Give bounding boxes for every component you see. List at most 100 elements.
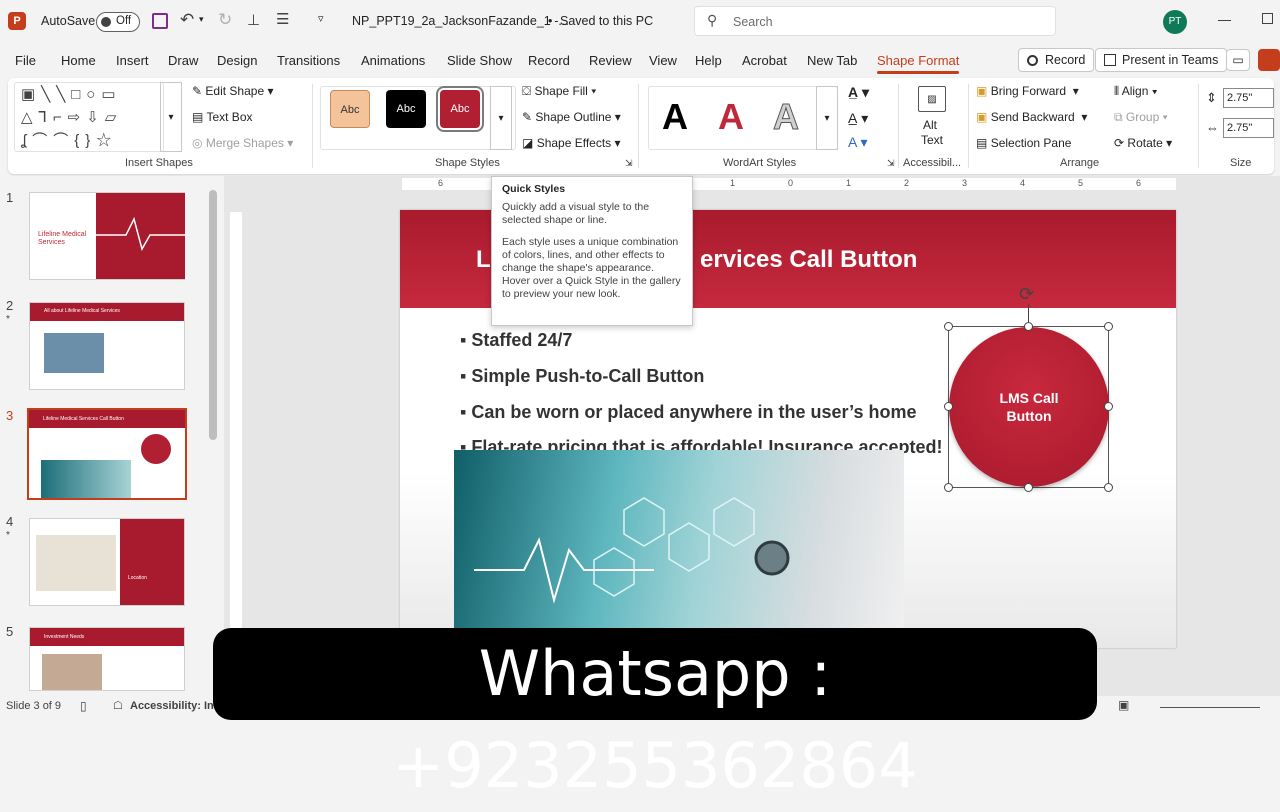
medical-image[interactable]	[454, 450, 904, 628]
text-box-label: Text Box	[206, 110, 253, 124]
shape-fill-button[interactable]: ⛋ Shape Fill ▾	[522, 84, 596, 99]
resize-handle[interactable]	[1104, 322, 1113, 331]
share-button[interactable]	[1258, 49, 1280, 71]
tab-insert[interactable]: Insert	[116, 53, 149, 68]
quick-style-1[interactable]: Abc	[330, 90, 370, 128]
present-label: Present in Teams	[1122, 53, 1219, 67]
slide-thumbnail-5[interactable]: Investment Needs	[29, 627, 185, 691]
ruler-tick: 4	[1020, 178, 1026, 188]
shapes-more-icon[interactable]: ▾	[160, 82, 182, 152]
bullet-item[interactable]: ▪ Staffed 24/7	[460, 330, 572, 351]
undo-icon[interactable]: ↶	[180, 10, 194, 30]
bring-forward-button[interactable]: ▣ Bring Forward ▾	[976, 84, 1079, 98]
send-backward-button[interactable]: ▣ Send Backward ▾	[976, 110, 1087, 124]
slide-thumbnail-4[interactable]: Location	[29, 518, 185, 606]
tab-acrobat[interactable]: Acrobat	[742, 53, 787, 68]
effects-icon: ◪	[522, 136, 534, 150]
shape-width-input[interactable]: 2.75"	[1223, 118, 1274, 138]
bullets-icon[interactable]: ☰	[276, 10, 289, 28]
slide-sorter-icon[interactable]: ▣	[1118, 698, 1129, 712]
merge-shapes-button[interactable]: ◎ Merge Shapes ▾	[192, 136, 293, 150]
text-effects-icon[interactable]: A ▾	[848, 134, 867, 151]
ribbon: ▣╲╲□○▭ △⅂⌐⇨⇩▱ ʆ⌒⌒{}☆ ▾ ✎ Edit Shape ▾ ▤ Te…	[8, 78, 1274, 174]
wordart-style-2[interactable]: A	[718, 96, 744, 138]
bullet-text: Can be worn or placed anywhere in the us…	[471, 402, 917, 422]
present-in-teams-button[interactable]: Present in Teams	[1095, 48, 1228, 72]
slide-thumbnail-3[interactable]: Lifeline Medical Services Call Button	[27, 408, 187, 500]
title-bar: P AutoSave Off ↶ ▾ ↻ ⊥ ☰ ▿ NP_PPT19_2a_J…	[0, 0, 1280, 44]
quick-styles-more-icon[interactable]: ▾	[490, 86, 512, 150]
resize-handle[interactable]	[1104, 483, 1113, 492]
shape-height-input[interactable]: 2.75"	[1223, 88, 1274, 108]
shape-styles-group-label: Shape Styles	[435, 157, 500, 169]
tab-animations[interactable]: Animations	[361, 53, 425, 68]
tab-record[interactable]: Record	[528, 53, 570, 68]
presentation-icon[interactable]: ⊥	[247, 11, 260, 29]
tab-design[interactable]: Design	[217, 53, 257, 68]
resize-handle[interactable]	[1104, 402, 1113, 411]
maximize-icon[interactable]	[1262, 13, 1273, 24]
tab-home[interactable]: Home	[61, 53, 96, 68]
minimize-icon[interactable]: —	[1218, 12, 1231, 27]
tab-slide-show[interactable]: Slide Show	[447, 53, 512, 68]
notes-icon[interactable]: ▯	[80, 699, 87, 713]
tab-file[interactable]: File	[15, 53, 36, 68]
dialog-launcher-icon[interactable]: ⇲	[887, 158, 895, 169]
record-button[interactable]: Record	[1018, 48, 1095, 72]
slide-number: 4	[6, 514, 14, 529]
tab-review[interactable]: Review	[589, 53, 632, 68]
alt-text-label-1[interactable]: Alt	[923, 118, 937, 132]
resize-handle[interactable]	[1024, 483, 1033, 492]
search-box[interactable]: ⚲ Search	[694, 6, 1056, 36]
slide-title-right[interactable]: ervices Call Button	[700, 246, 917, 274]
tab-new-tab[interactable]: New Tab	[807, 53, 857, 68]
tab-draw[interactable]: Draw	[168, 53, 198, 68]
resize-handle[interactable]	[944, 322, 953, 331]
customize-toolbar-icon[interactable]: ▿	[318, 12, 324, 25]
rotate-handle-icon[interactable]: ⟳	[1019, 284, 1034, 305]
text-fill-icon[interactable]: A̲ ▾	[848, 84, 869, 101]
alt-text-label-2[interactable]: Text	[921, 133, 943, 147]
accessibility-icon[interactable]: ☖	[113, 699, 123, 712]
wordart-more-icon[interactable]: ▾	[816, 86, 838, 150]
accessibility-status[interactable]: Accessibility: Inve	[130, 700, 226, 712]
bullet-item[interactable]: ▪ Simple Push-to-Call Button	[460, 366, 704, 387]
shape-effects-button[interactable]: ◪ Shape Effects ▾	[522, 136, 621, 150]
thumbnails-scrollbar[interactable]	[209, 190, 217, 440]
undo-dropdown-icon[interactable]: ▾	[199, 14, 204, 25]
tab-view[interactable]: View	[649, 53, 677, 68]
separator	[1198, 84, 1199, 168]
wordart-style-3[interactable]: A	[773, 96, 800, 138]
tab-help[interactable]: Help	[695, 53, 722, 68]
bullet-item[interactable]: ▪ Can be worn or placed anywhere in the …	[460, 402, 917, 423]
edit-shape-button[interactable]: ✎ Edit Shape ▾	[192, 84, 273, 98]
lms-call-button-shape[interactable]: LMS Call Button	[949, 327, 1109, 487]
text-outline-icon[interactable]: A̲ ▾	[848, 110, 868, 127]
group-button[interactable]: ⧉ Group ▾	[1114, 110, 1168, 125]
align-button[interactable]: ⫴ Align ▾	[1114, 84, 1158, 99]
resize-handle[interactable]	[944, 402, 953, 411]
shape-outline-button[interactable]: ✎ Shape Outline ▾	[522, 110, 621, 124]
resize-handle[interactable]	[944, 483, 953, 492]
shapes-gallery[interactable]: ▣╲╲□○▭ △⅂⌐⇨⇩▱ ʆ⌒⌒{}☆	[14, 82, 164, 152]
tab-transitions[interactable]: Transitions	[277, 53, 340, 68]
resize-handle[interactable]	[1024, 322, 1033, 331]
autosave-toggle[interactable]: Off	[96, 12, 140, 32]
rotate-button[interactable]: ⟳ Rotate ▾	[1114, 136, 1172, 150]
quick-style-3[interactable]: Abc	[436, 86, 484, 132]
selection-pane-button[interactable]: ▤ Selection Pane	[976, 136, 1071, 150]
tab-shape-format[interactable]: Shape Format	[877, 53, 960, 74]
save-icon[interactable]	[152, 13, 168, 29]
selection-pane-label: Selection Pane	[990, 136, 1072, 150]
avatar[interactable]: PT	[1163, 10, 1187, 34]
alt-text-icon[interactable]: ▨	[918, 86, 946, 112]
wordart-style-1[interactable]: A	[662, 96, 688, 138]
slide-thumbnail-1[interactable]: Lifeline Medical Services	[29, 192, 185, 280]
quick-style-2[interactable]: Abc	[386, 90, 426, 128]
redo-icon[interactable]: ↻	[218, 10, 232, 30]
dialog-launcher-icon[interactable]: ⇲	[625, 158, 633, 169]
comments-icon[interactable]: ▭	[1226, 49, 1250, 71]
zoom-slider[interactable]	[1160, 707, 1260, 708]
text-box-button[interactable]: ▤ Text Box	[192, 110, 253, 124]
slide-thumbnail-2[interactable]: All about Lifeline Medical Services	[29, 302, 185, 390]
